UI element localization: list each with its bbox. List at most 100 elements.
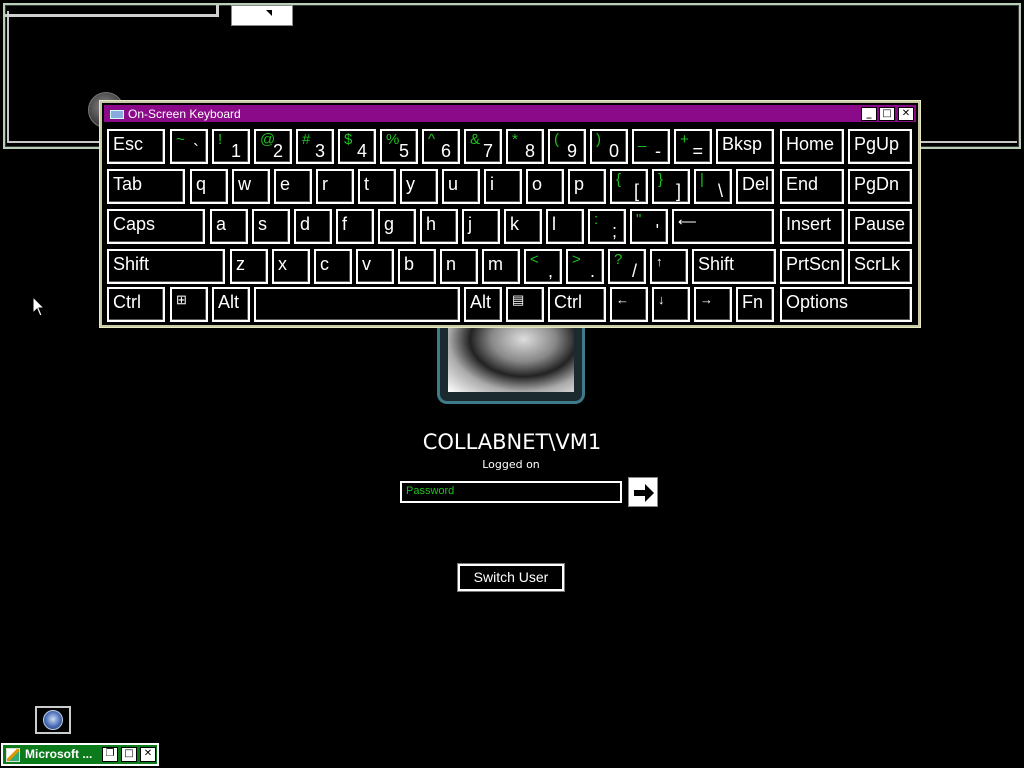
key-star[interactable]: * 8	[506, 129, 544, 164]
password-field[interactable]: Password	[400, 481, 622, 503]
key-esc[interactable]: Esc	[107, 129, 165, 164]
key-base-char: 3	[314, 141, 325, 161]
key-caret[interactable]: ^ 6	[422, 129, 460, 164]
key-ctrl[interactable]: Ctrl	[107, 287, 165, 322]
key-del[interactable]: Del	[736, 169, 774, 204]
key-shift-char: $	[344, 131, 353, 148]
key-r[interactable]: r	[316, 169, 354, 204]
osk-title-bar[interactable]: On-Screen Keyboard _ □ ✕	[104, 105, 916, 123]
close-button[interactable]: ✕	[140, 747, 156, 762]
key-lt[interactable]: <,	[524, 249, 562, 284]
key-z[interactable]: z	[230, 249, 268, 284]
close-button[interactable]: ✕	[898, 107, 914, 121]
key-insert[interactable]: Insert	[780, 209, 844, 244]
key-e[interactable]: e	[274, 169, 312, 204]
key-fn[interactable]: Fn	[736, 287, 774, 322]
key-label: Shift	[113, 254, 150, 274]
key-lbrace[interactable]: {[	[610, 169, 648, 204]
maximize-button[interactable]: □	[879, 107, 895, 121]
key-exclam[interactable]: ! 1	[212, 129, 250, 164]
key-left[interactable]: ←	[610, 287, 648, 322]
key-b[interactable]: b	[398, 249, 436, 284]
key-shift[interactable]: Shift	[107, 249, 225, 284]
key-v[interactable]: v	[356, 249, 394, 284]
key-menu[interactable]: ▤	[506, 287, 544, 322]
key-i[interactable]: i	[484, 169, 522, 204]
key-o[interactable]: o	[526, 169, 564, 204]
background-window-tab[interactable]	[231, 5, 293, 26]
key-gt[interactable]: >.	[566, 249, 604, 284]
key-d[interactable]: d	[294, 209, 332, 244]
key-options[interactable]: Options	[780, 287, 912, 322]
key-tilde[interactable]: ~ `	[170, 129, 208, 164]
key-question[interactable]: ? /	[608, 249, 646, 284]
key-g[interactable]: g	[378, 209, 416, 244]
key-windows[interactable]: ⊞	[170, 287, 208, 322]
key-f[interactable]: f	[336, 209, 374, 244]
key-up[interactable]: ↑	[650, 249, 688, 284]
key-rparen[interactable]: ) 0	[590, 129, 628, 164]
key-p[interactable]: p	[568, 169, 606, 204]
key-y[interactable]: y	[400, 169, 438, 204]
key-ctrl[interactable]: Ctrl	[548, 287, 606, 322]
key-k[interactable]: k	[504, 209, 542, 244]
key-base-char: `	[193, 141, 199, 161]
key-space[interactable]	[254, 287, 460, 322]
key-alt[interactable]: Alt	[464, 287, 502, 322]
key-a[interactable]: a	[210, 209, 248, 244]
key-n[interactable]: n	[440, 249, 478, 284]
key-t[interactable]: t	[358, 169, 396, 204]
key-quote[interactable]: " '	[630, 209, 668, 244]
key-h[interactable]: h	[420, 209, 458, 244]
key-plus[interactable]: + =	[674, 129, 712, 164]
key-prtscn[interactable]: PrtScn	[780, 249, 844, 284]
key-pgup[interactable]: PgUp	[848, 129, 912, 164]
key-pipe[interactable]: | \	[694, 169, 732, 204]
key-x[interactable]: x	[272, 249, 310, 284]
key-amp[interactable]: & 7	[464, 129, 502, 164]
key-home[interactable]: Home	[780, 129, 844, 164]
on-screen-keyboard-window[interactable]: On-Screen Keyboard _ □ ✕ Esc ~ `! 1 @2 #3 $4% 5…	[99, 100, 921, 328]
key-down[interactable]: ↓	[652, 287, 690, 322]
key-at[interactable]: @2	[254, 129, 292, 164]
submit-arrow-button[interactable]	[628, 477, 658, 507]
key-s[interactable]: s	[252, 209, 290, 244]
minimize-button[interactable]: _	[861, 107, 877, 121]
key-lparen[interactable]: (9	[548, 129, 586, 164]
key-label: ↓	[658, 292, 665, 307]
key-rbrace[interactable]: }]	[652, 169, 690, 204]
switch-user-button[interactable]: Switch User	[457, 563, 565, 592]
key-pause[interactable]: Pause	[848, 209, 912, 244]
minimized-window[interactable]: Microsoft ... ❐ □ ✕	[1, 743, 159, 766]
key-q[interactable]: q	[190, 169, 228, 204]
key-end[interactable]: End	[780, 169, 844, 204]
key-base-char: 8	[524, 141, 535, 161]
key-tab[interactable]: Tab	[107, 169, 185, 204]
key-dollar[interactable]: $4	[338, 129, 376, 164]
key-colon[interactable]: :;	[588, 209, 626, 244]
key-scrlk[interactable]: ScrLk	[848, 249, 912, 284]
key-shift[interactable]: Shift	[692, 249, 776, 284]
key-percent[interactable]: % 5	[380, 129, 418, 164]
key-hash[interactable]: #3	[296, 129, 334, 164]
key-label: f	[342, 214, 348, 234]
key-shift-char: |	[700, 171, 704, 188]
key-right[interactable]: →	[694, 287, 732, 322]
key-pgdn[interactable]: PgDn	[848, 169, 912, 204]
key-l[interactable]: l	[546, 209, 584, 244]
key-enter[interactable]: ⟵	[672, 209, 774, 244]
key-j[interactable]: j	[462, 209, 500, 244]
maximize-button[interactable]: □	[121, 747, 137, 762]
key-c[interactable]: c	[314, 249, 352, 284]
key-alt[interactable]: Alt	[212, 287, 250, 322]
key-underscore[interactable]: _ -	[632, 129, 670, 164]
key-m[interactable]: m	[482, 249, 520, 284]
key-w[interactable]: w	[232, 169, 270, 204]
ease-of-access-button[interactable]	[35, 706, 71, 734]
key-bksp[interactable]: Bksp	[716, 129, 774, 164]
key-label: Esc	[113, 134, 144, 154]
key-caps[interactable]: Caps	[107, 209, 205, 244]
key-u[interactable]: u	[442, 169, 480, 204]
restore-button[interactable]: ❐	[102, 747, 118, 762]
key-label: p	[574, 174, 585, 194]
